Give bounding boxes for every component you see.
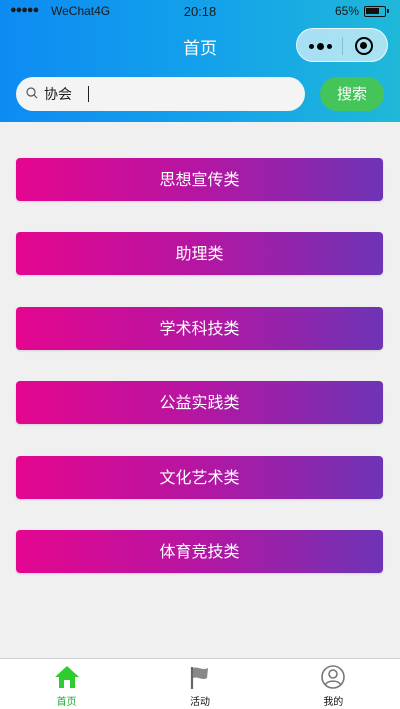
tab-activity[interactable]: 活动 bbox=[133, 659, 266, 709]
category-button[interactable]: 思想宣传类 bbox=[16, 158, 383, 201]
capsule-divider bbox=[342, 37, 343, 55]
header: ●●●●● WeChat4G 20:18 65% 首页 搜索 bbox=[0, 0, 400, 122]
home-icon bbox=[54, 666, 79, 688]
flag-icon bbox=[190, 667, 208, 689]
category-button[interactable]: 体育竞技类 bbox=[16, 529, 383, 573]
search-button[interactable]: 搜索 bbox=[320, 77, 384, 111]
tab-mine-label: 我的 bbox=[323, 697, 344, 708]
battery-icon bbox=[364, 6, 389, 17]
category-list: 思想宣传类 助理类 学术科技类 公益实践类 文化艺术类 体育竞技类 bbox=[16, 158, 383, 604]
search-input[interactable] bbox=[44, 83, 294, 105]
tab-activity-label: 活动 bbox=[189, 697, 210, 708]
tab-home[interactable]: 首页 bbox=[0, 659, 133, 709]
search-box[interactable] bbox=[16, 77, 305, 111]
status-bar: ●●●●● WeChat4G 20:18 65% bbox=[0, 0, 400, 22]
text-caret bbox=[88, 86, 89, 102]
category-button[interactable]: 文化艺术类 bbox=[16, 455, 383, 499]
category-button[interactable]: 助理类 bbox=[16, 232, 383, 276]
category-button[interactable]: 学术科技类 bbox=[16, 306, 383, 350]
user-icon bbox=[321, 665, 346, 689]
category-button[interactable]: 公益实践类 bbox=[16, 381, 383, 425]
search-icon bbox=[26, 87, 38, 99]
target-close-icon[interactable] bbox=[355, 37, 373, 55]
battery-percent: 65% bbox=[335, 4, 360, 18]
more-dots-icon[interactable] bbox=[307, 37, 333, 55]
tab-mine[interactable]: 我的 bbox=[267, 659, 400, 709]
tab-bar: 首页 活动 我的 bbox=[0, 658, 400, 709]
tab-home-label: 首页 bbox=[56, 697, 77, 708]
miniprogram-capsule bbox=[296, 28, 388, 62]
